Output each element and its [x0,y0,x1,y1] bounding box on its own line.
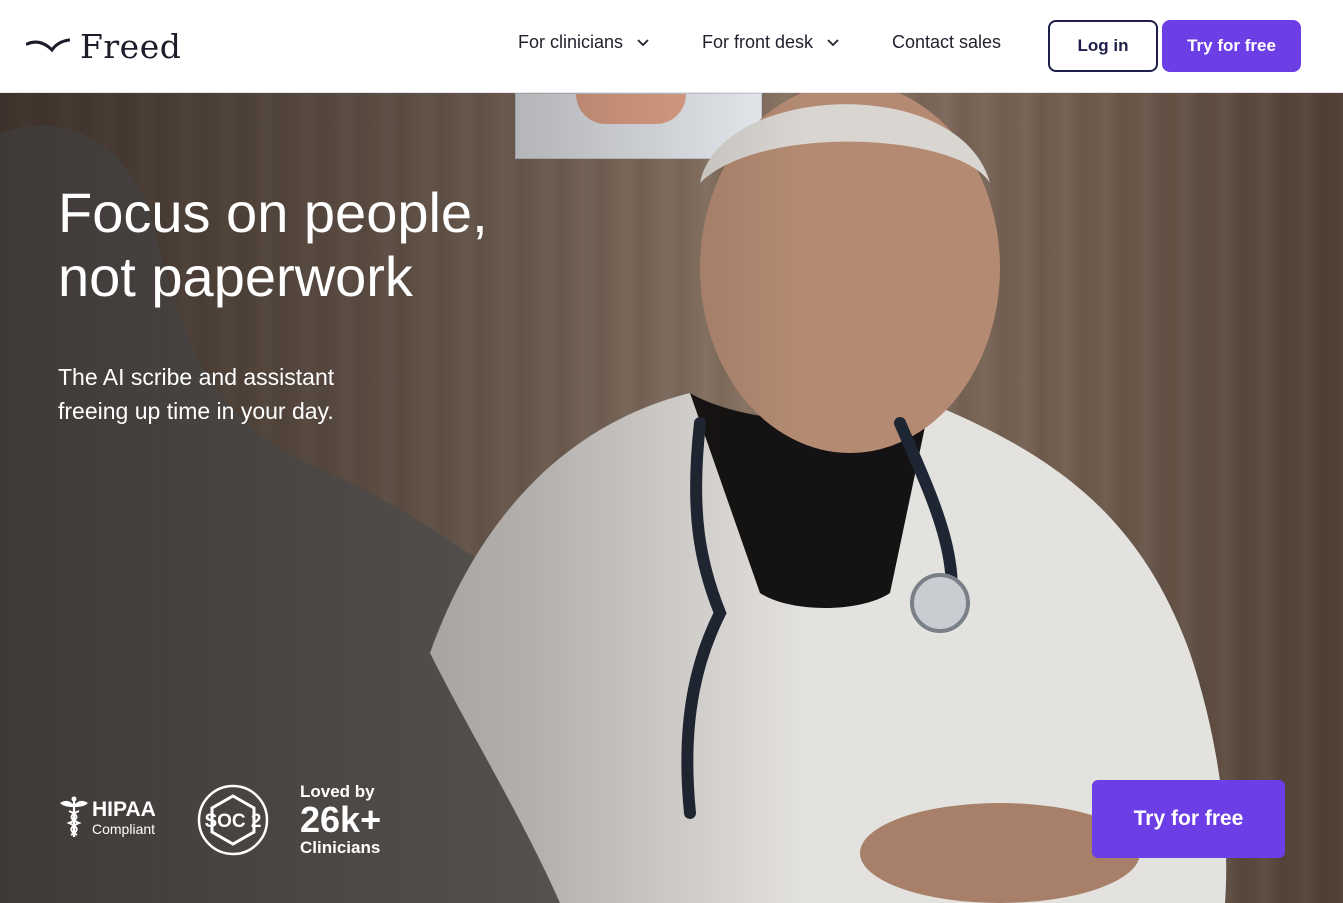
nav-item-contact-sales[interactable]: Contact sales [892,32,1001,53]
loved-prefix: Loved by [300,782,375,801]
hipaa-badge: HIPAA Compliant [58,795,156,839]
try-for-free-header-button[interactable]: Try for free [1162,20,1301,72]
chevron-down-icon [827,38,839,46]
hipaa-subtitle: Compliant [92,820,156,837]
hero-subheadline: The AI scribe and assistant freeing up t… [58,364,335,424]
nav-label: For front desk [702,32,814,52]
loved-by-badge: Loved by 26k+ Clinicians [300,783,381,856]
headline-line-1: Focus on people, [58,181,488,244]
login-button[interactable]: Log in [1048,20,1158,72]
caduceus-icon [60,796,88,837]
soc2-badge-icon: SOC 2 [197,784,269,856]
nav-item-for-front-desk[interactable]: For front desk [702,32,839,53]
nav-label: For clinicians [518,32,624,52]
loved-count: 26k+ [300,799,382,840]
nav-item-for-clinicians[interactable]: For clinicians [518,32,649,53]
hero-section: Focus on people, not paperwork The AI sc… [0,93,1343,903]
freed-logo[interactable]: Freed [26,26,182,66]
loved-suffix: Clinicians [300,838,381,857]
freed-logo-icon [26,38,70,53]
hero-headline: Focus on people, not paperwork [58,181,538,309]
hipaa-title: HIPAA [92,797,156,821]
soc2-label: SOC 2 [204,811,261,832]
site-header: Freed For clinicians For front desk Cont… [0,0,1343,93]
headline-line-2: not paperwork [58,245,413,308]
logo-text: Freed [80,26,182,66]
try-for-free-hero-button[interactable]: Try for free [1092,780,1285,858]
nav-label: Contact sales [892,32,1002,52]
chevron-down-icon [637,38,649,46]
